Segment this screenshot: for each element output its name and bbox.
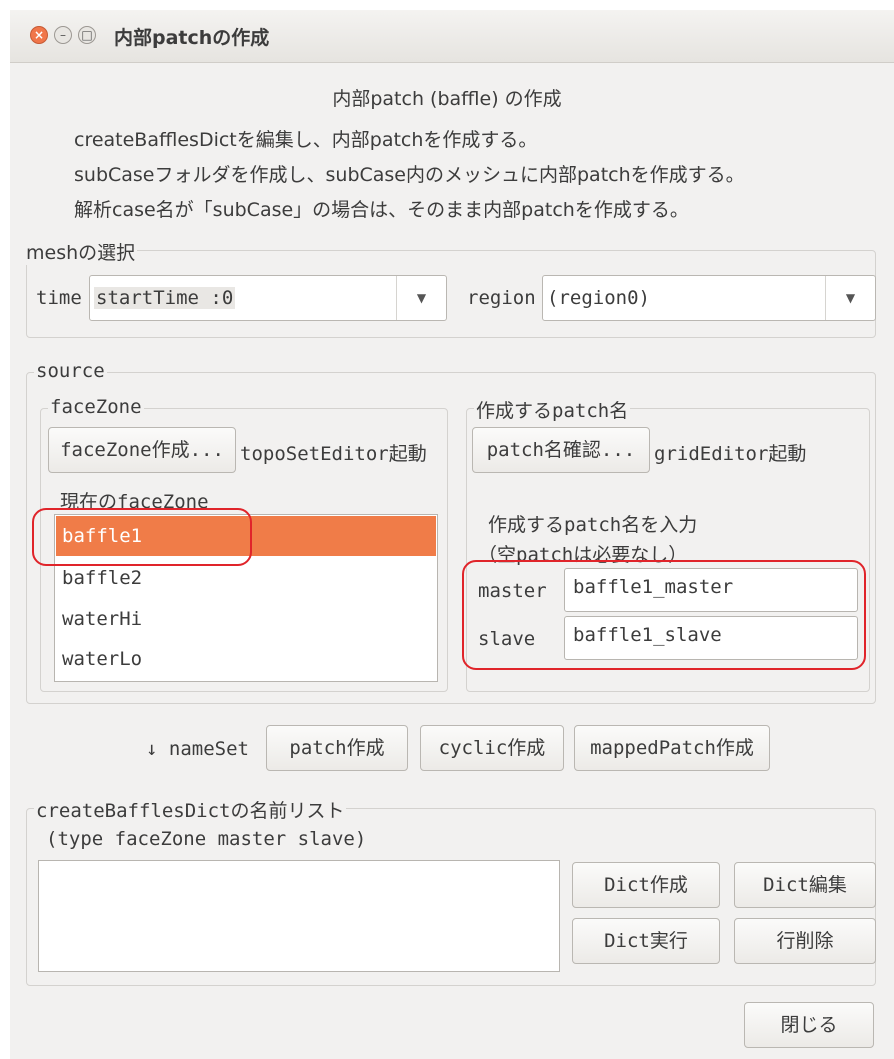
region-label: region	[467, 287, 536, 309]
dict-create-button[interactable]: Dict作成	[572, 862, 720, 908]
delete-row-button[interactable]: 行削除	[734, 918, 876, 964]
maximize-window-icon[interactable]: □	[78, 26, 96, 44]
mesh-group-label: meshの選択	[24, 238, 138, 265]
nameset-label: ↓ nameSet	[146, 738, 249, 760]
chevron-down-icon[interactable]: ▼	[825, 276, 875, 320]
dict-edit-button[interactable]: Dict編集	[734, 862, 876, 908]
patch-name-check-button[interactable]: patch名確認...	[472, 427, 650, 473]
time-value: startTime :0	[94, 287, 236, 309]
dict-group-label: createBafflesDictの名前リスト	[34, 796, 347, 823]
chevron-down-icon[interactable]: ▼	[396, 276, 446, 320]
description-line-1: createBafflesDictを編集し、内部patchを作成する。	[74, 129, 538, 151]
dict-run-button[interactable]: Dict実行	[572, 918, 720, 964]
facezone-create-button[interactable]: faceZone作成...	[48, 427, 236, 473]
dict-columns-header: (type faceZone master slave)	[46, 828, 367, 850]
highlight-box	[462, 560, 866, 670]
patch-name-group-label: 作成するpatch名	[474, 396, 631, 423]
highlight-box	[32, 508, 252, 566]
grid-editor-label: gridEditor起動	[654, 443, 807, 465]
title-bar: × – □ 内部patchの作成	[10, 10, 894, 63]
window-title: 内部patchの作成	[114, 27, 270, 49]
page-title: 内部patch (baffle) の作成	[332, 88, 562, 110]
region-value: (region0)	[547, 287, 650, 309]
close-window-icon[interactable]: ×	[30, 26, 48, 44]
close-button[interactable]: 閉じる	[744, 1002, 874, 1048]
description-line-3: 解析case名が「subCase」の場合は、そのまま内部patchを作成する。	[74, 199, 689, 221]
source-group-label: source	[34, 360, 107, 382]
facezone-group-label: faceZone	[48, 396, 144, 418]
list-item[interactable]: waterLo	[56, 639, 436, 679]
dict-name-list[interactable]	[38, 860, 560, 972]
region-combobox[interactable]: (region0) ▼	[542, 275, 876, 321]
mapped-patch-create-button[interactable]: mappedPatch作成	[574, 725, 770, 771]
cyclic-create-button[interactable]: cyclic作成	[420, 725, 564, 771]
patch-name-instruction: 作成するpatch名を入力	[488, 514, 698, 536]
toposet-editor-label: topoSetEditor起動	[240, 443, 427, 465]
minimize-window-icon[interactable]: –	[54, 26, 72, 44]
list-item[interactable]: waterHi	[56, 599, 436, 639]
time-combobox[interactable]: startTime :0 ▼	[89, 275, 447, 321]
patch-create-button[interactable]: patch作成	[266, 725, 408, 771]
description-line-2: subCaseフォルダを作成し、subCase内のメッシュに内部patchを作成…	[74, 164, 745, 186]
time-label: time	[36, 287, 82, 309]
